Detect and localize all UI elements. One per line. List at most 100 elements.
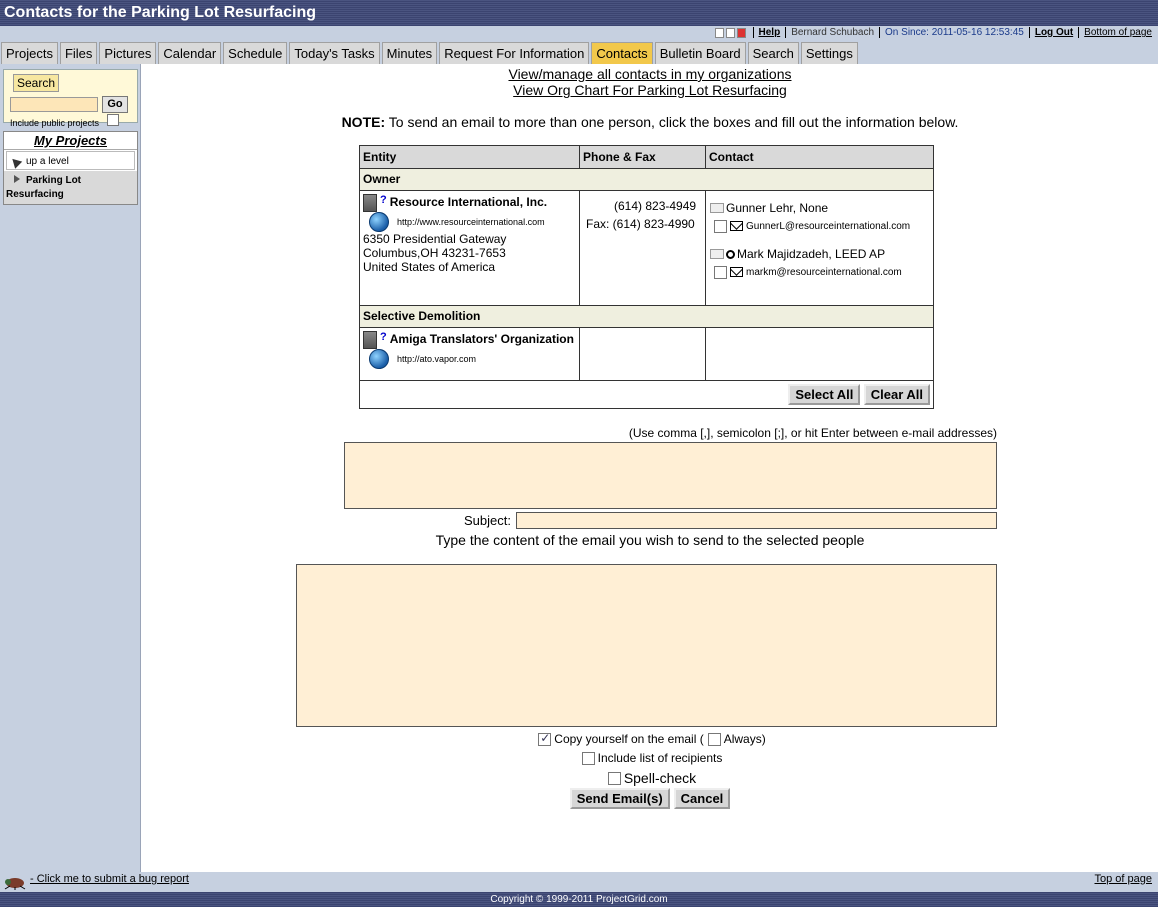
globe-icon[interactable] (369, 212, 389, 232)
session-since: On Since: 2011-05-16 12:53:45 (885, 27, 1024, 38)
globe-icon[interactable] (369, 349, 389, 369)
include-recipients-checkbox[interactable] (581, 751, 595, 765)
mail-icon[interactable] (730, 221, 743, 231)
cursor-arrow-icon (8, 154, 23, 169)
col-entity: Entity (359, 145, 580, 169)
copyright: Copyright © 1999-2011 ProjectGrid.com (0, 892, 1158, 907)
group-owner: Owner (359, 168, 934, 191)
include-recipients-label: Include list of recipients (597, 751, 723, 765)
up-a-level-label: up a level (26, 156, 69, 167)
project-item-parking-lot[interactable]: Parking Lot Resurfacing (4, 171, 137, 204)
tab-minutes[interactable]: Minutes (381, 42, 438, 64)
help-link[interactable]: Help (759, 27, 781, 38)
cancel-button[interactable]: Cancel (673, 788, 731, 809)
email-body-textarea[interactable] (296, 564, 997, 727)
magnifier-icon[interactable] (726, 249, 735, 259)
col-phone: Phone & Fax (579, 145, 706, 169)
tab-files[interactable]: Files (59, 42, 98, 64)
expand-triangle-icon (14, 175, 20, 183)
contact-checkbox[interactable] (714, 219, 727, 233)
subject-input[interactable] (516, 512, 997, 529)
org-cell: ? Amiga Translators' Organization http://… (359, 327, 580, 381)
mail-icon[interactable] (730, 267, 743, 277)
group-selective-demolition: Selective Demolition (359, 305, 934, 328)
tab-contacts[interactable]: Contacts (591, 42, 653, 64)
help-question-icon[interactable]: ? (380, 331, 387, 343)
org-address-3: United States of America (363, 260, 496, 274)
org-phone: (614) 823-4949 (614, 199, 697, 213)
bookmark-icon[interactable] (725, 27, 735, 38)
tab-settings[interactable]: Settings (800, 42, 858, 64)
org-name: Resource International, Inc. (389, 195, 548, 210)
user-name: Bernard Schubach (791, 27, 875, 38)
contact-cell: Gunner Lehr, None GunnerL@resourceintern… (705, 190, 934, 306)
org-address-2: Columbus,OH 43231-7653 (363, 246, 506, 260)
page-title: Contacts for the Parking Lot Resurfacing (0, 0, 1158, 26)
recipients-hint: (Use comma [,], semicolon [;], or hit En… (628, 426, 997, 440)
bottom-of-page-link[interactable]: Bottom of page (1084, 27, 1152, 38)
bug-report-link[interactable]: - Click me to submit a bug report (30, 873, 189, 885)
org-url[interactable]: http://ato.vapor.com (397, 354, 476, 364)
contact-email[interactable]: markm@resourceinternational.com (746, 267, 902, 278)
clear-all-button[interactable]: Clear All (863, 384, 930, 405)
org-address-1: 6350 Presidential Gateway (363, 232, 507, 246)
tab-todays-tasks[interactable]: Today's Tasks (289, 42, 380, 64)
contact-email[interactable]: GunnerL@resourceinternational.com (746, 221, 910, 232)
content-label: Type the content of the email you wish t… (435, 532, 865, 548)
manage-contacts-link[interactable]: View/manage all contacts in my organizat… (142, 66, 1158, 82)
tab-search[interactable]: Search (747, 42, 799, 64)
select-all-button[interactable]: Select All (788, 384, 861, 405)
org-fax: Fax: (614) 823-4990 (586, 217, 695, 231)
phone-cell: (614) 823-4949 Fax: (614) 823-4990 (579, 190, 706, 306)
photo-icon[interactable] (710, 203, 724, 213)
utility-bar: Help Bernard Schubach On Since: 2011-05-… (0, 26, 1158, 42)
nav-tabs: Projects Files Pictures Calendar Schedul… (0, 42, 1158, 64)
tab-bulletin-board[interactable]: Bulletin Board (654, 42, 746, 64)
go-button[interactable]: Go (102, 96, 128, 113)
send-email-button[interactable]: Send Email(s) (569, 788, 670, 809)
main-content: View/manage all contacts in my organizat… (142, 64, 1158, 872)
copy-self-label: Copy yourself on the email ( (554, 732, 704, 746)
alert-icon[interactable] (736, 27, 746, 38)
bug-icon[interactable] (2, 874, 28, 890)
sidebar-search-box: Search Go Include public projects (3, 69, 138, 128)
selection-buttons: Select All Clear All (359, 380, 934, 409)
contact-name: Mark Majidzadeh, LEED AP (737, 247, 886, 261)
contact-cell (705, 327, 934, 381)
include-public-label: Include public projects (10, 118, 100, 128)
org-cell: ? Resource International, Inc. http://www… (359, 190, 580, 306)
tab-calendar[interactable]: Calendar (158, 42, 222, 64)
my-projects-title[interactable]: My Projects (4, 132, 137, 150)
up-a-level-item[interactable]: up a level (6, 151, 135, 170)
building-icon[interactable] (363, 194, 377, 212)
building-icon[interactable] (363, 331, 377, 349)
contact-checkbox[interactable] (714, 265, 727, 279)
contacts-table: Entity Phone & Fax Contact Owner ? Resour… (359, 145, 934, 409)
note-body: To send an email to more than one person… (385, 114, 959, 130)
tab-pictures[interactable]: Pictures (99, 42, 157, 64)
bug-report-bar: - Click me to submit a bug report Top of… (0, 872, 1158, 892)
always-checkbox[interactable] (707, 732, 721, 746)
photo-icon[interactable] (710, 249, 724, 259)
tab-rfi[interactable]: Request For Information (439, 42, 590, 64)
subject-label: Subject: (464, 513, 511, 528)
phone-cell (579, 327, 706, 381)
recipients-textarea[interactable] (344, 442, 997, 509)
tab-projects[interactable]: Projects (1, 42, 58, 64)
help-question-icon[interactable]: ? (380, 194, 387, 206)
top-of-page-link[interactable]: Top of page (1095, 873, 1153, 885)
org-chart-link[interactable]: View Org Chart For Parking Lot Resurfaci… (142, 82, 1158, 98)
print-icon[interactable] (714, 27, 724, 38)
contact-name: Gunner Lehr, None (726, 201, 829, 215)
spell-check-checkbox[interactable] (607, 771, 621, 785)
spell-check-label: Spell-check (623, 770, 697, 786)
tab-schedule[interactable]: Schedule (223, 42, 288, 64)
note-text: NOTE: To send an email to more than one … (142, 114, 1158, 130)
my-projects-panel: My Projects up a level Parking Lot Resur… (3, 131, 138, 205)
sidebar-search-input[interactable] (10, 97, 98, 112)
include-public-checkbox[interactable] (107, 114, 119, 126)
copy-self-checkbox[interactable] (538, 731, 552, 746)
logout-link[interactable]: Log Out (1035, 27, 1073, 38)
col-contact: Contact (705, 145, 934, 169)
org-url[interactable]: http://www.resourceinternational.com (397, 217, 545, 227)
